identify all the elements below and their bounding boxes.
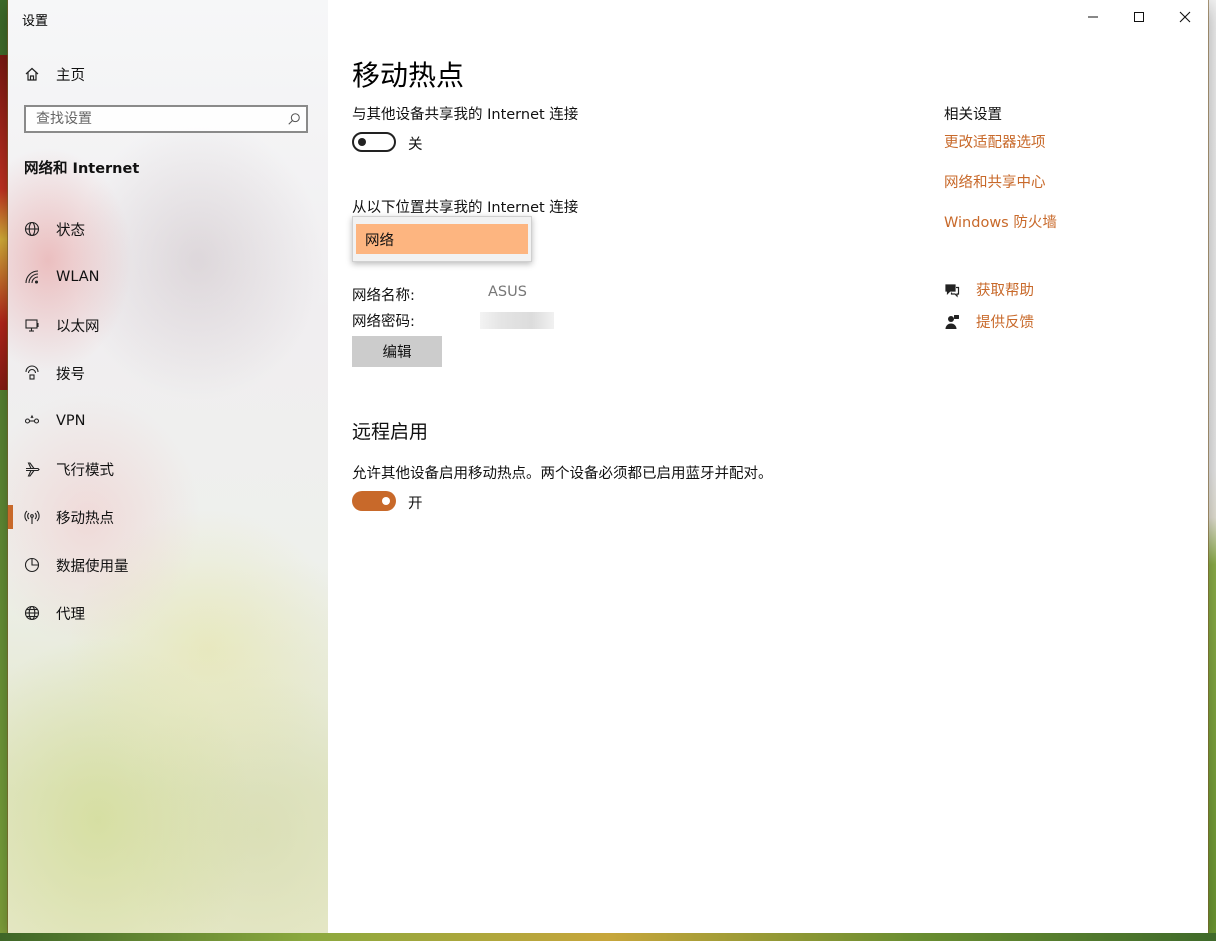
- window-controls: [1070, 0, 1208, 34]
- edit-button[interactable]: 编辑: [352, 336, 442, 367]
- sidebar-item-label: 飞行模式: [56, 462, 114, 479]
- share-connection-toggle[interactable]: [352, 132, 396, 152]
- network-name-value: ASUS: [488, 284, 527, 300]
- feedback-row[interactable]: 提供反馈: [944, 311, 1034, 332]
- feedback-link[interactable]: 提供反馈: [976, 311, 1034, 332]
- close-icon: [1179, 11, 1191, 23]
- sidebar-item-label: 以太网: [56, 318, 100, 335]
- sidebar-item-data-usage[interactable]: 数据使用量: [8, 541, 328, 589]
- search-input[interactable]: [26, 110, 282, 128]
- network-name-label: 网络名称:: [352, 288, 415, 304]
- hotspot-icon: [8, 509, 56, 525]
- share-source-dropdown-list: 网络: [352, 216, 532, 262]
- minimize-button[interactable]: [1070, 0, 1116, 34]
- settings-window: 设置 主页 网络和 Internet 状态: [8, 0, 1208, 933]
- sidebar-item-label: 拨号: [56, 366, 85, 383]
- dropdown-option-network[interactable]: 网络: [356, 224, 528, 254]
- sidebar-nav: 状态 WLAN 以太网 拨号 VPN 飞行模式 移动热点 数据使用量 代理: [8, 205, 328, 637]
- sidebar-home[interactable]: 主页: [8, 56, 328, 92]
- wifi-icon: [8, 269, 56, 285]
- desktop-background-left: [0, 55, 8, 390]
- sidebar-item-label: WLAN: [56, 269, 100, 285]
- page-title: 移动热点: [352, 59, 465, 92]
- sidebar-item-label: 数据使用量: [56, 558, 129, 575]
- share-toggle-state-label: 关: [408, 137, 423, 153]
- sidebar-item-wlan[interactable]: WLAN: [8, 253, 328, 301]
- remote-enable-title: 远程启用: [352, 421, 429, 443]
- sidebar-item-label: 移动热点: [56, 510, 114, 527]
- active-indicator: [8, 505, 13, 529]
- search-box[interactable]: [24, 105, 308, 133]
- dialup-icon: [8, 365, 56, 381]
- sidebar-item-status[interactable]: 状态: [8, 205, 328, 253]
- sidebar-item-airplane-mode[interactable]: 飞行模式: [8, 445, 328, 493]
- sidebar-item-ethernet[interactable]: 以太网: [8, 301, 328, 349]
- data-usage-icon: [8, 557, 56, 573]
- toggle-knob: [382, 497, 390, 505]
- sidebar-item-mobile-hotspot[interactable]: 移动热点: [8, 493, 328, 541]
- vpn-icon: [8, 413, 56, 429]
- search-icon[interactable]: [282, 112, 306, 126]
- sidebar-item-label: VPN: [56, 413, 86, 429]
- get-help-row[interactable]: 获取帮助: [944, 279, 1034, 300]
- get-help-link[interactable]: 获取帮助: [976, 279, 1034, 300]
- ethernet-icon: [8, 317, 56, 333]
- globe-icon: [8, 221, 56, 237]
- sidebar-item-label: 代理: [56, 606, 85, 623]
- remote-toggle-state-label: 开: [408, 496, 423, 512]
- sidebar-item-dialup[interactable]: 拨号: [8, 349, 328, 397]
- related-settings-title: 相关设置: [944, 107, 1002, 123]
- sidebar-item-label: 状态: [56, 222, 85, 239]
- share-source-label: 从以下位置共享我的 Internet 连接: [352, 200, 579, 216]
- feedback-person-icon: [944, 314, 976, 330]
- toggle-knob: [358, 138, 366, 146]
- desktop-background-bottom: [0, 933, 1216, 941]
- maximize-icon: [1134, 12, 1144, 22]
- airplane-icon: [8, 461, 56, 477]
- share-connection-label: 与其他设备共享我的 Internet 连接: [352, 107, 579, 123]
- main-content: 移动热点 与其他设备共享我的 Internet 连接 关 从以下位置共享我的 I…: [328, 0, 1208, 933]
- proxy-icon: [8, 605, 56, 621]
- link-adapter-options[interactable]: 更改适配器选项: [944, 131, 1046, 152]
- link-windows-firewall[interactable]: Windows 防火墙: [944, 211, 1057, 232]
- network-password-label: 网络密码:: [352, 314, 415, 330]
- sidebar-section-title: 网络和 Internet: [24, 161, 140, 177]
- sidebar-home-label: 主页: [56, 67, 85, 84]
- network-password-value: [480, 312, 554, 329]
- help-chat-icon: [944, 282, 976, 298]
- home-icon: [8, 66, 56, 82]
- window-title: 设置: [22, 14, 49, 29]
- minimize-icon: [1088, 16, 1098, 18]
- maximize-button[interactable]: [1116, 0, 1162, 34]
- desktop-background-right: [1208, 0, 1216, 941]
- close-button[interactable]: [1162, 0, 1208, 34]
- sidebar-item-vpn[interactable]: VPN: [8, 397, 328, 445]
- sidebar-item-proxy[interactable]: 代理: [8, 589, 328, 637]
- remote-enable-toggle[interactable]: [352, 491, 396, 511]
- remote-enable-description: 允许其他设备启用移动热点。两个设备必须都已启用蓝牙并配对。: [352, 466, 773, 482]
- sidebar: 设置 主页 网络和 Internet 状态: [8, 0, 328, 933]
- link-network-sharing-center[interactable]: 网络和共享中心: [944, 171, 1046, 192]
